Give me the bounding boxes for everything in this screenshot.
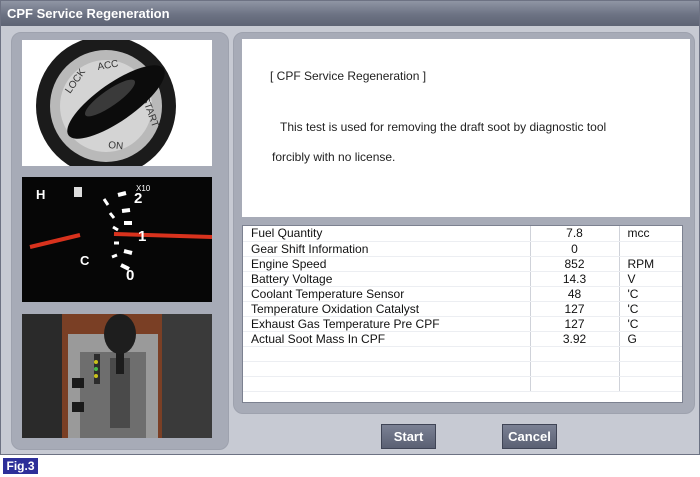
description-area: [ CPF Service Regeneration ] This test i… (242, 39, 690, 217)
description-text: This test is used for removing the draft… (272, 112, 672, 172)
tick-1: 1 (138, 228, 146, 245)
param-name: Gear Shift Information (243, 241, 531, 257)
table-row: Battery Voltage 14.3 V (243, 271, 682, 287)
param-unit: mcc (619, 226, 682, 242)
description-title: [ CPF Service Regeneration ] (270, 69, 427, 83)
param-name: Fuel Quantity (243, 226, 531, 242)
table-row-empty (243, 346, 682, 362)
start-button[interactable]: Start (381, 424, 436, 449)
param-name: Temperature Oxidation Catalyst (243, 301, 531, 317)
figure-label: Fig.3 (3, 458, 38, 474)
param-unit: 'C (619, 286, 682, 302)
tick-2: 2 (134, 190, 142, 207)
param-value: 3.92 (530, 331, 620, 347)
param-name: Battery Voltage (243, 271, 531, 287)
param-unit: RPM (619, 256, 682, 272)
param-name: Exhaust Gas Temperature Pre CPF (243, 316, 531, 332)
dialog-window: CPF Service Regeneration LOCK ACC START … (0, 0, 700, 455)
param-value: 127 (530, 316, 620, 332)
table-row: Engine Speed 852 RPM (243, 256, 682, 272)
table-row: Temperature Oxidation Catalyst 127 'C (243, 301, 682, 317)
param-value: 852 (530, 256, 620, 272)
temp-hot-label: H (36, 187, 45, 202)
gear-shifter-photo (22, 314, 212, 438)
param-unit: 'C (619, 316, 682, 332)
param-value: 0 (530, 241, 620, 257)
table-row-empty (243, 361, 682, 377)
tachometer-photo: H C X10 2 1 0 (22, 177, 212, 302)
description-line-2: forcibly with no license. (272, 150, 396, 164)
param-value: 127 (530, 301, 620, 317)
param-unit: 'C (619, 301, 682, 317)
description-line-1: This test is used for removing the draft… (280, 120, 607, 134)
table-row: Fuel Quantity 7.8 mcc (243, 226, 682, 242)
param-name: Actual Soot Mass In CPF (243, 331, 531, 347)
param-unit: G (619, 331, 682, 347)
table-row-empty (243, 376, 682, 392)
ignition-on-label: ON (108, 140, 124, 152)
window-title: CPF Service Regeneration (1, 1, 699, 26)
param-name: Coolant Temperature Sensor (243, 286, 531, 302)
param-value: 48 (530, 286, 620, 302)
sensor-data-table: Fuel Quantity 7.8 mcc Gear Shift Informa… (242, 225, 683, 403)
param-value: 7.8 (530, 226, 620, 242)
param-unit: V (619, 271, 682, 287)
ignition-key-photo: LOCK ACC START ON (22, 40, 212, 166)
cancel-button[interactable]: Cancel (502, 424, 557, 449)
param-name: Engine Speed (243, 256, 531, 272)
table-row: Gear Shift Information 0 (243, 241, 682, 257)
param-unit (619, 241, 682, 257)
table-row: Coolant Temperature Sensor 48 'C (243, 286, 682, 302)
table-row: Actual Soot Mass In CPF 3.92 G (243, 331, 682, 347)
temp-cold-label: C (80, 253, 90, 268)
table-row: Exhaust Gas Temperature Pre CPF 127 'C (243, 316, 682, 332)
param-value: 14.3 (530, 271, 620, 287)
